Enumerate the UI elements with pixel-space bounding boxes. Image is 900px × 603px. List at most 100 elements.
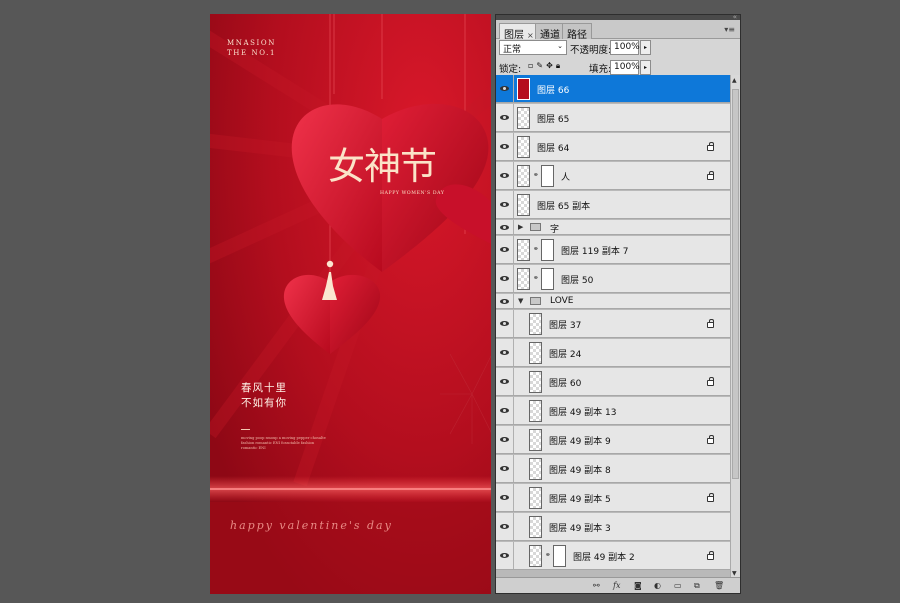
close-icon[interactable]: × [527, 31, 534, 40]
layer-mask-thumbnail[interactable] [541, 268, 554, 290]
chain-link-icon[interactable]: ⚭ [545, 551, 551, 559]
chain-link-icon[interactable]: ⚭ [533, 274, 539, 282]
panel-menu-icon[interactable]: ▾≡ [724, 25, 735, 34]
expand-arrow-icon[interactable]: ▶ [518, 223, 523, 231]
layer-row[interactable]: ⚭ 图层 50 [496, 265, 730, 293]
visibility-toggle[interactable] [496, 294, 514, 308]
visibility-toggle[interactable] [496, 220, 514, 234]
tab-paths[interactable]: 路径 [562, 23, 592, 41]
layer-thumbnail [529, 516, 542, 538]
opacity-input[interactable]: 100% [610, 40, 640, 55]
lock-options-icon[interactable]: ▫✎✥🔒︎ [528, 61, 563, 71]
layer-row[interactable]: 图层 49 副本 9 [496, 426, 730, 454]
visibility-toggle[interactable] [496, 397, 514, 424]
layer-group-row[interactable]: ▶ 字 [496, 220, 730, 235]
layer-row[interactable]: 图层 65 [496, 104, 730, 132]
collapse-arrow-icon[interactable]: ▼ [518, 297, 523, 305]
visibility-toggle[interactable] [496, 513, 514, 540]
layer-name: 图层 49 副本 9 [549, 437, 611, 447]
lock-icon [707, 493, 714, 502]
chain-link-icon[interactable]: ⚭ [533, 171, 539, 179]
new-layer-icon[interactable]: ⧉ [694, 581, 700, 591]
tab-layers[interactable]: 图层 × [499, 23, 539, 41]
eye-icon [500, 224, 509, 230]
layer-thumbnail [517, 194, 530, 216]
opacity-arrow-icon[interactable]: ▸ [640, 40, 651, 55]
blend-row: 正常 ⌄ 不透明度: 100% ▸ [496, 40, 740, 60]
eye-icon [500, 86, 509, 91]
eye-icon [500, 408, 509, 413]
layer-row[interactable]: 图层 37 [496, 310, 730, 338]
poster-slogan: 春风十里 不如有你 [241, 382, 287, 409]
eye-icon [500, 350, 509, 355]
panel-tabs: 图层 × 通道 路径 ▾≡ [496, 20, 740, 41]
visibility-toggle[interactable] [496, 265, 514, 292]
trash-icon[interactable]: 🗑︎ [714, 581, 724, 590]
adjustment-icon[interactable]: ◐ [654, 581, 661, 590]
document-canvas[interactable]: MNASION THE NO.1 女神节 HAPPY WOMEN'S DAY 春风… [210, 14, 491, 594]
fill-label: 填充: [589, 64, 612, 75]
eye-icon [500, 553, 509, 558]
layer-row[interactable]: 图层 65 副本 [496, 191, 730, 219]
layer-mask-thumbnail[interactable] [553, 545, 566, 567]
poster-artwork [210, 14, 491, 594]
layer-row[interactable]: 图层 64 [496, 133, 730, 161]
visibility-toggle[interactable] [496, 455, 514, 482]
layer-thumbnail [517, 136, 530, 158]
layer-thumbnail [529, 458, 542, 480]
layer-row[interactable]: 图层 66 [496, 75, 730, 103]
layer-row[interactable]: 图层 49 副本 13 [496, 397, 730, 425]
layer-thumbnail [529, 487, 542, 509]
layer-row[interactable]: 图层 60 [496, 368, 730, 396]
layer-thumbnail [529, 342, 542, 364]
brand-text: MNASION THE NO.1 [227, 39, 277, 57]
visibility-toggle[interactable] [496, 133, 514, 160]
visibility-toggle[interactable] [496, 104, 514, 131]
layer-name: 图层 24 [549, 350, 582, 360]
visibility-toggle[interactable] [496, 484, 514, 511]
layer-row[interactable]: 图层 49 副本 5 [496, 484, 730, 512]
layer-thumbnail [529, 371, 542, 393]
layer-name: 字 [550, 225, 560, 235]
visibility-toggle[interactable] [496, 310, 514, 337]
lock-icon [707, 171, 714, 180]
visibility-toggle[interactable] [496, 339, 514, 366]
visibility-toggle[interactable] [496, 542, 514, 569]
scroll-thumb[interactable] [732, 89, 739, 479]
eye-icon [500, 276, 509, 281]
fill-arrow-icon[interactable]: ▸ [640, 60, 651, 75]
layer-row[interactable]: ⚭ 图层 49 副本 2 [496, 542, 730, 570]
visibility-toggle[interactable] [496, 162, 514, 189]
layer-name: 图层 37 [549, 321, 582, 331]
chain-link-icon[interactable]: ⚭ [533, 245, 539, 253]
fill-input[interactable]: 100% [610, 60, 640, 75]
layers-scrollbar[interactable]: ▲ ▼ [730, 75, 740, 579]
scroll-down-icon[interactable]: ▼ [732, 570, 737, 577]
visibility-toggle[interactable] [496, 191, 514, 218]
layer-row[interactable]: 图层 49 副本 8 [496, 455, 730, 483]
scroll-up-icon[interactable]: ▲ [732, 77, 737, 84]
blend-mode-select[interactable]: 正常 ⌄ [499, 40, 567, 55]
layer-mask-thumbnail[interactable] [541, 165, 554, 187]
layer-row[interactable]: ⚭ 人 [496, 162, 730, 190]
layer-name: 图层 49 副本 5 [549, 495, 611, 505]
mask-icon[interactable]: ◙ [634, 581, 642, 590]
layer-name: LOVE [550, 296, 574, 306]
visibility-toggle[interactable] [496, 75, 514, 102]
layer-thumbnail [529, 545, 542, 567]
layer-group-row[interactable]: ▼ LOVE [496, 294, 730, 309]
visibility-toggle[interactable] [496, 426, 514, 453]
lock-icon [707, 319, 714, 328]
layer-mask-thumbnail[interactable] [541, 239, 554, 261]
layer-row[interactable]: 图层 49 副本 3 [496, 513, 730, 541]
visibility-toggle[interactable] [496, 236, 514, 263]
visibility-toggle[interactable] [496, 368, 514, 395]
layer-row[interactable]: ⚭ 图层 119 副本 7 [496, 236, 730, 264]
layer-name: 图层 49 副本 13 [549, 408, 617, 418]
poster-subtitle: HAPPY WOMEN'S DAY [380, 191, 445, 196]
layer-row[interactable]: 图层 24 [496, 339, 730, 367]
link-icon[interactable]: ⚯ [593, 581, 600, 590]
tab-channels[interactable]: 通道 [535, 23, 565, 41]
group-folder-icon[interactable]: ▭ [674, 581, 682, 590]
fx-icon[interactable]: fx [613, 581, 620, 590]
